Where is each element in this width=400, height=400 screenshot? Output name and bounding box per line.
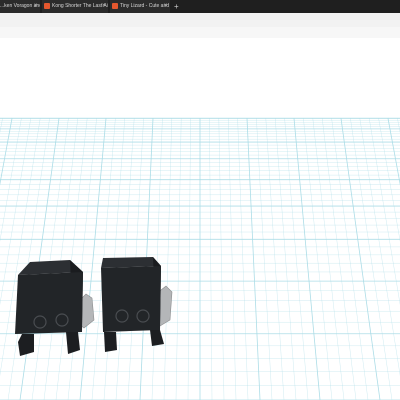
- tinkercad-favicon-icon: [112, 3, 118, 9]
- leg-right: [66, 332, 80, 354]
- workplane-canvas[interactable]: [0, 38, 400, 400]
- grid-line: [237, 117, 249, 400]
- browser-tab-1[interactable]: ...ken Voragon and Nico ×: [0, 0, 40, 13]
- dark-block-figure-right[interactable]: [101, 257, 173, 352]
- grid-line: [387, 117, 400, 186]
- grid-line: [55, 117, 88, 400]
- block-front-face: [101, 266, 161, 332]
- close-icon[interactable]: ×: [102, 0, 106, 13]
- grid-line: [265, 117, 285, 400]
- grid-line: [209, 117, 213, 400]
- grid-line: [293, 117, 321, 400]
- grid-line: [175, 117, 182, 400]
- grid-line: [7, 117, 50, 400]
- grid-line: [321, 117, 357, 400]
- grid-line: [331, 117, 369, 400]
- grid-line: [274, 117, 297, 400]
- grid-line: [187, 117, 191, 400]
- grid-line: [0, 117, 13, 186]
- grid-line: [350, 117, 393, 400]
- dark-block-figure-left[interactable]: [15, 260, 95, 356]
- grid-line: [31, 117, 69, 400]
- browser-toolbar[interactable]: [0, 13, 400, 27]
- leg-left: [18, 334, 34, 356]
- workplane-grid: [0, 117, 400, 400]
- browser-tab-2[interactable]: Kong Shorter The Last Air Benc ×: [42, 0, 108, 13]
- workplane-viewport[interactable]: [0, 38, 400, 400]
- grid-line: [218, 117, 225, 400]
- close-icon[interactable]: ×: [164, 0, 168, 13]
- close-icon[interactable]: ×: [34, 0, 38, 13]
- grid-line: [359, 117, 400, 376]
- grid-line: [256, 117, 273, 400]
- grid-line: [163, 117, 173, 400]
- leg-right: [150, 330, 164, 346]
- grid-line: [19, 117, 60, 400]
- tab-label: Tiny Lizard - Cute and NO Sug...: [120, 3, 170, 9]
- grid-line: [312, 117, 345, 400]
- grid-line: [0, 117, 41, 376]
- tab-label: Kong Shorter The Last Air Benc: [52, 3, 108, 9]
- grid-line: [340, 117, 381, 400]
- grid-line: [284, 117, 309, 400]
- leg-left: [104, 332, 117, 352]
- grid-line: [79, 117, 107, 400]
- browser-tab-3[interactable]: Tiny Lizard - Cute and NO Sug... ×: [110, 0, 170, 13]
- tinkercad-favicon-icon: [44, 3, 50, 9]
- grid-line: [0, 117, 3, 133]
- grid-line: [43, 117, 79, 400]
- grid-line: [246, 117, 261, 400]
- browser-tab-strip: ...ken Voragon and Nico × Kong Shorter T…: [0, 0, 400, 13]
- new-tab-button[interactable]: +: [174, 0, 179, 13]
- grid-line: [303, 117, 333, 400]
- block-front-face: [15, 272, 83, 334]
- grid-line: [227, 117, 237, 400]
- grid-line: [67, 117, 97, 400]
